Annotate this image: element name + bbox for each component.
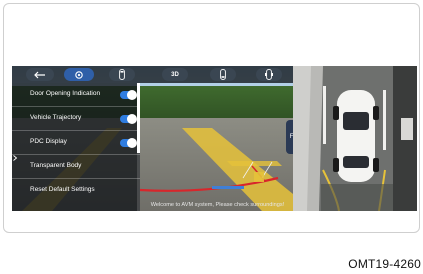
settings-button[interactable] [64, 68, 94, 81]
camera-rear-view-icon [220, 69, 226, 80]
gear-icon [75, 70, 83, 79]
side-tab-button[interactable]: F [286, 120, 293, 154]
menu-scrollbar[interactable] [137, 83, 140, 211]
menu-item-vehicle-trajectory[interactable]: Vehicle Trajectory [12, 107, 140, 131]
pdc-display-toggle[interactable] [120, 138, 137, 148]
front-view-button[interactable] [109, 68, 135, 81]
chevron-right-icon [13, 155, 18, 161]
menu-item-label: Vehicle Trajectory [30, 114, 82, 121]
menu-item-label: PDC Display [30, 138, 67, 145]
vehicle-top-icon [333, 90, 379, 182]
vehicle-trajectory-toggle[interactable] [120, 114, 137, 124]
toggle-knob [127, 138, 137, 148]
back-button[interactable] [26, 68, 54, 81]
status-message: Welcome to AVM system, Please check surr… [150, 202, 285, 208]
menu-item-door-opening-indication[interactable]: Door Opening Indication [12, 83, 140, 107]
menu-item-pdc-display[interactable]: PDC Display [12, 131, 140, 155]
toggle-knob [127, 114, 137, 124]
view-3d-button[interactable]: 3D [162, 68, 188, 81]
camera-view: 3D Door Opening Indication Vehicle Traje… [12, 66, 293, 211]
menu-item-label: Transparent Body [30, 162, 82, 169]
menu-scroll-thumb[interactable] [137, 83, 140, 153]
view-3d-icon: 3D [171, 71, 179, 78]
rear-view-button[interactable] [210, 68, 236, 81]
menu-item-label: Reset Default Settings [30, 186, 95, 193]
settings-menu: Door Opening Indication Vehicle Trajecto… [12, 83, 140, 211]
menu-item-label: Door Opening Indication [30, 90, 101, 97]
menu-item-reset-default-settings[interactable]: Reset Default Settings [12, 179, 140, 203]
back-icon [34, 71, 45, 78]
menu-item-transparent-body[interactable]: Transparent Body [12, 155, 140, 179]
camera-front-view-icon [119, 69, 125, 80]
surround-view [293, 66, 417, 211]
figure-caption: OMT19-4260 [348, 257, 421, 271]
infotainment-screen: 3D Door Opening Indication Vehicle Traje… [12, 66, 417, 211]
toggle-knob [127, 90, 137, 100]
view-toolbar: 3D [12, 66, 293, 83]
camera-side-view-icon [265, 69, 273, 80]
side-view-button[interactable] [256, 68, 282, 81]
top-down-view [293, 66, 417, 211]
door-opening-toggle[interactable] [120, 90, 137, 100]
